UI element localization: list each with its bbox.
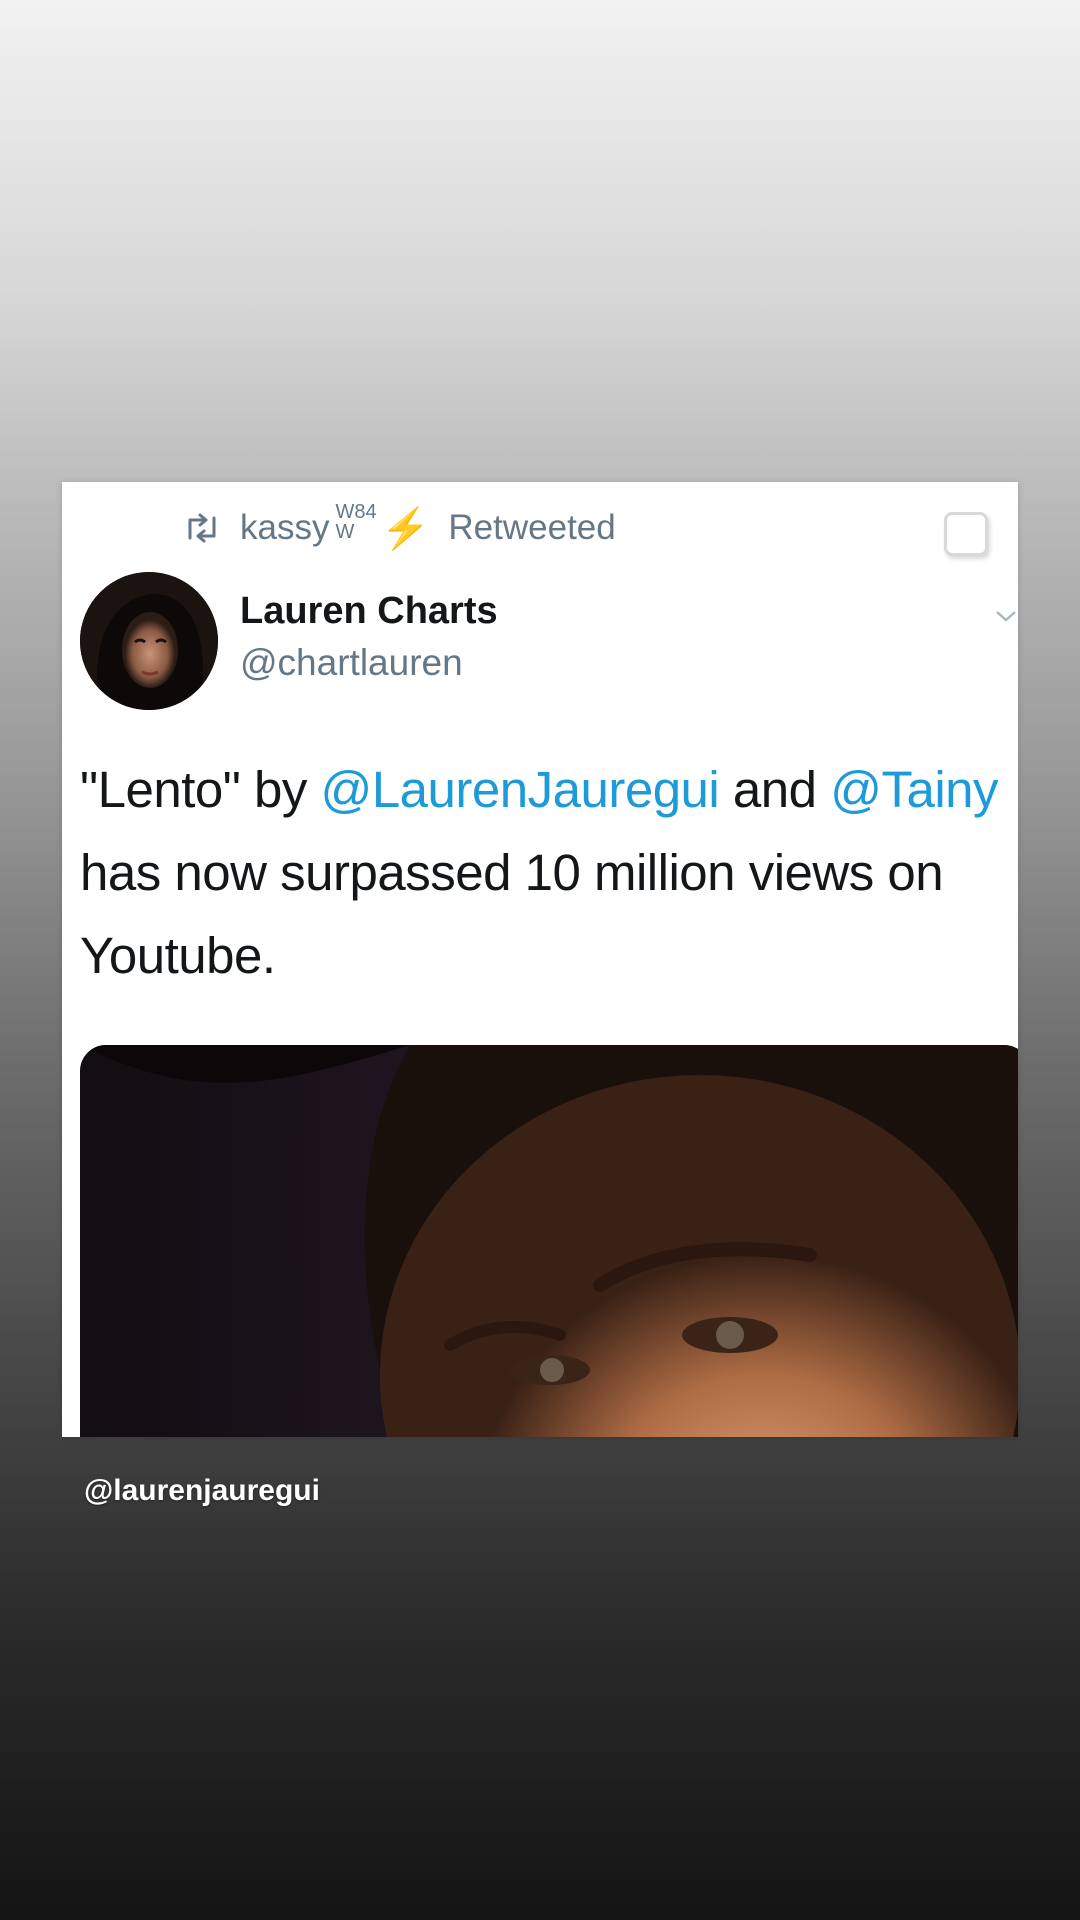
retweeter-badge: W84 W bbox=[335, 502, 376, 542]
badge-bottom: W bbox=[335, 521, 355, 543]
mention-laurenjauregui[interactable]: @LaurenJauregui bbox=[321, 761, 720, 818]
tweet-text-part1: "Lento" by bbox=[80, 761, 321, 818]
retweeter-name[interactable]: kassy bbox=[240, 508, 329, 548]
retweeted-label: Retweeted bbox=[448, 508, 616, 547]
chevron-down-icon[interactable] bbox=[994, 604, 1018, 628]
lightning-bolt-icon: ⚡ bbox=[380, 506, 431, 551]
portrait-photo bbox=[80, 1045, 1018, 1437]
tweet-author-handle[interactable]: @chartlauren bbox=[240, 642, 463, 684]
tweet-media-image[interactable] bbox=[80, 1045, 1018, 1437]
retweet-icon bbox=[188, 513, 216, 543]
overlay-square-icon bbox=[944, 512, 988, 556]
tweet-text: "Lento" by @LaurenJauregui and @Tainy ha… bbox=[80, 748, 1010, 997]
retweet-indicator: kassy W84 W ⚡ Retweeted bbox=[182, 496, 616, 560]
badge-top: W84 bbox=[335, 501, 377, 523]
story-mention-caption[interactable]: @laurenjauregui bbox=[84, 1474, 320, 1508]
avatar-image bbox=[80, 572, 218, 710]
tweet-screenshot-card: kassy W84 W ⚡ Retweeted Lauren Charts @c… bbox=[62, 482, 1018, 1437]
tweet-text-part2: and bbox=[719, 761, 831, 818]
mention-tainy[interactable]: @Tainy bbox=[830, 761, 998, 818]
avatar[interactable] bbox=[80, 572, 218, 710]
tweet-text-part3: has now surpassed 10 million views on Yo… bbox=[80, 844, 944, 984]
tweet-author-name[interactable]: Lauren Charts bbox=[240, 590, 498, 633]
